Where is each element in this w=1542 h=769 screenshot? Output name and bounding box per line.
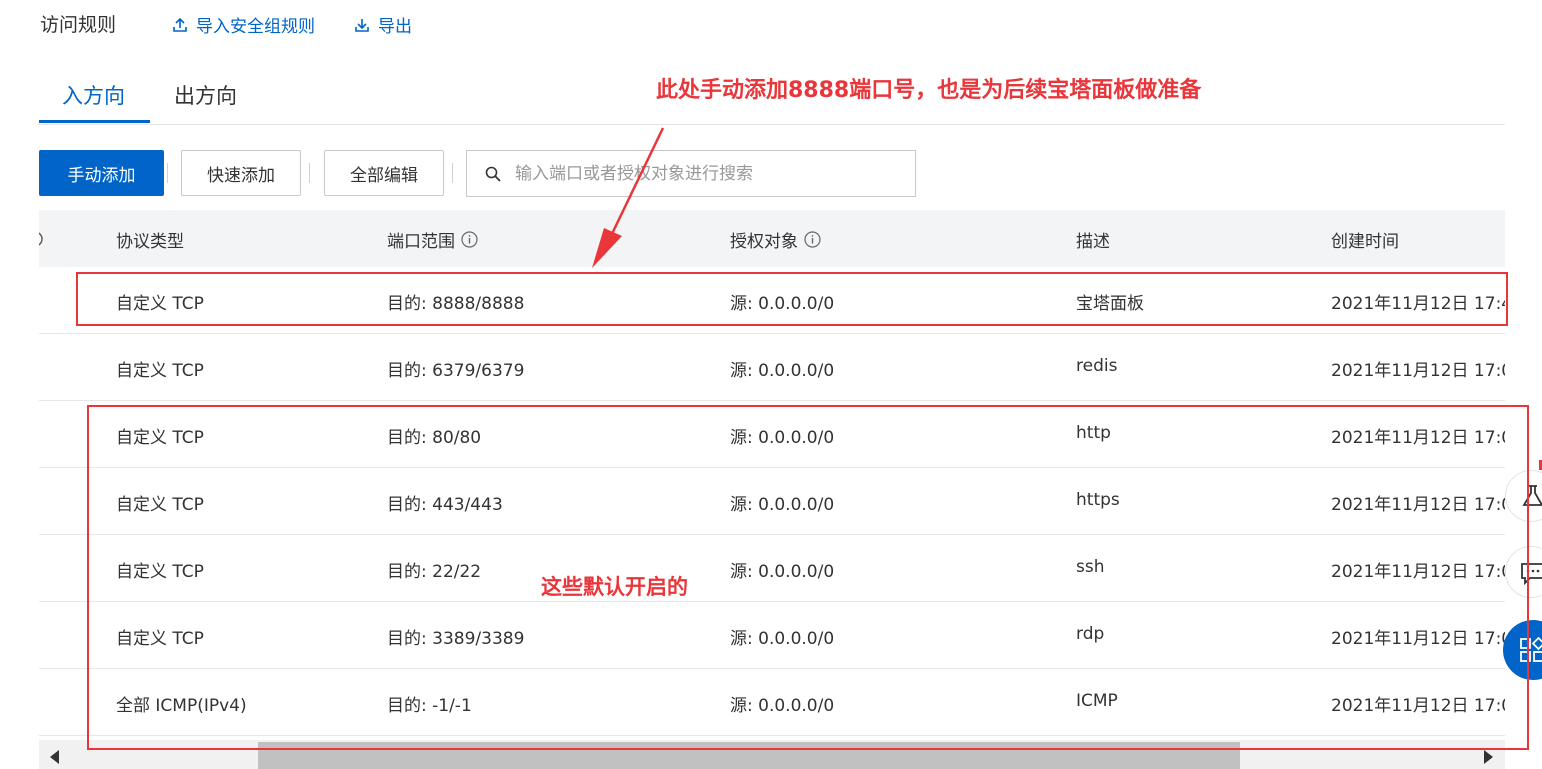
annotation-default-note: 这些默认开启的 <box>541 575 688 599</box>
source-cell: 源: 0.0.0.0/0 <box>730 361 835 381</box>
port-cell: 目的: 6379/6379 <box>387 361 525 381</box>
download-icon <box>355 18 369 32</box>
col-port-range-header: 端口范围 <box>387 227 478 252</box>
upload-icon <box>173 17 187 32</box>
table-row: 自定义 TCP 目的: 6379/6379 源: 0.0.0.0/0 redis… <box>39 334 1505 401</box>
col-protocol: 协议类型 <box>116 232 184 252</box>
manual-add-button[interactable]: 手动添加 <box>39 150 164 196</box>
col-created-time: 创建时间 <box>1331 232 1399 252</box>
info-icon[interactable] <box>461 231 478 248</box>
export-label: 导出 <box>378 17 412 37</box>
select-all-checkbox-edge[interactable] <box>39 230 45 248</box>
col-port-range: 端口范围 <box>387 232 455 252</box>
import-label: 导入安全组规则 <box>196 17 315 37</box>
toolbar-separator <box>309 163 310 183</box>
table-header: 协议类型 端口范围 授权对象 描述 创建时间 <box>39 210 1505 267</box>
search-box[interactable] <box>466 150 916 197</box>
search-input[interactable] <box>513 162 897 185</box>
annotation-arrow <box>592 127 665 268</box>
tab-divider <box>39 124 1505 125</box>
scroll-left-arrow-icon[interactable] <box>50 750 59 764</box>
section-title: 访问规则 <box>40 14 117 36</box>
edit-all-button[interactable]: 全部编辑 <box>324 150 444 196</box>
scroll-right-arrow-icon[interactable] <box>1484 750 1493 764</box>
export-link[interactable]: 导出 <box>354 12 412 37</box>
col-source: 授权对象 <box>730 232 798 252</box>
tab-outbound[interactable]: 出方向 <box>174 80 237 110</box>
import-security-group-rules-link[interactable]: 导入安全组规则 <box>172 12 315 37</box>
toolbar-separator <box>452 163 453 183</box>
description-cell: redis <box>1076 356 1118 376</box>
toolbar-separator <box>167 163 168 183</box>
created-cell: 2021年11月12日 17:00 <box>1331 361 1505 381</box>
info-icon[interactable] <box>804 231 821 248</box>
annotation-highlight-defaults <box>87 405 1529 750</box>
protocol-cell: 自定义 TCP <box>116 361 204 381</box>
col-source-header: 授权对象 <box>730 227 821 252</box>
tab-inbound[interactable]: 入方向 <box>62 80 125 110</box>
active-tab-indicator <box>39 120 150 123</box>
annotation-top-note: 此处手动添加8888端口号，也是为后续宝塔面板做准备 <box>656 78 1202 103</box>
quick-add-button[interactable]: 快速添加 <box>181 150 301 196</box>
search-icon <box>485 166 501 182</box>
annotation-highlight-row <box>76 272 1508 326</box>
col-description: 描述 <box>1076 232 1110 252</box>
